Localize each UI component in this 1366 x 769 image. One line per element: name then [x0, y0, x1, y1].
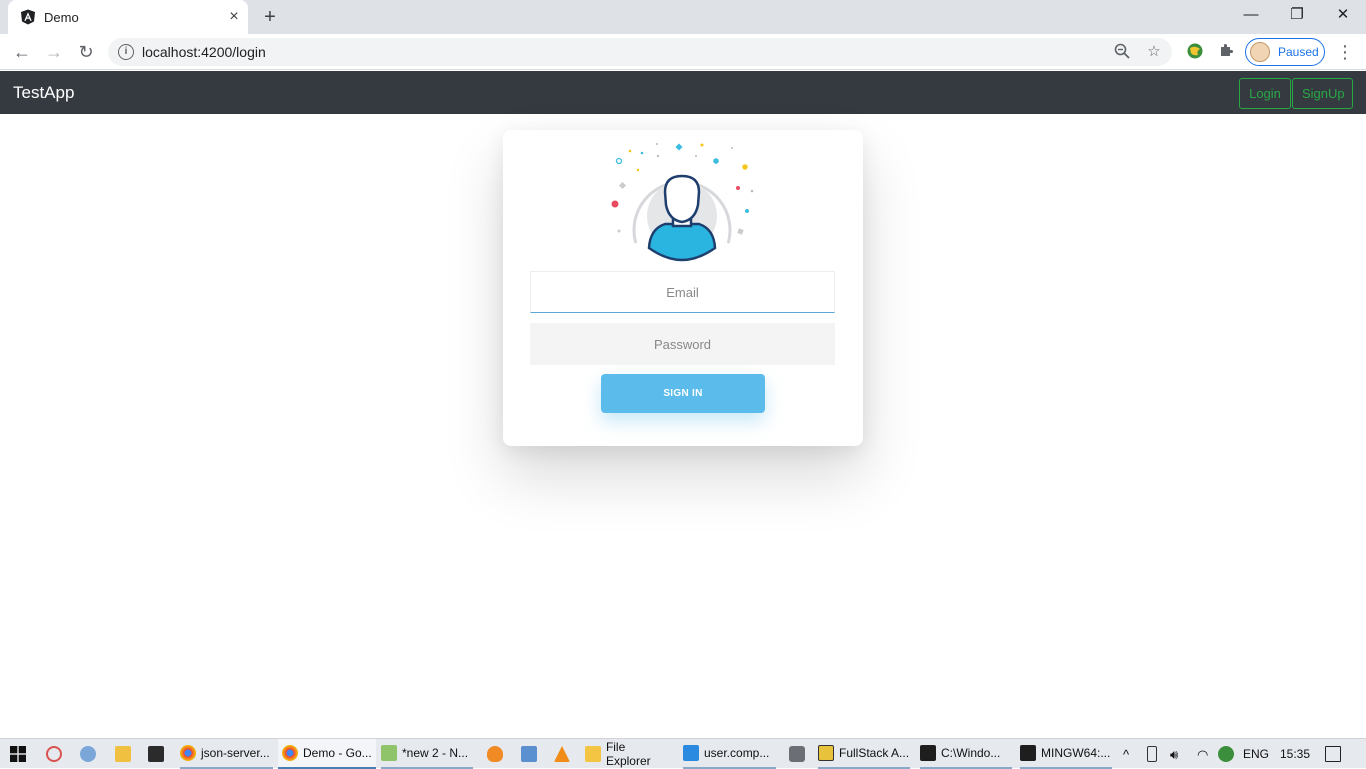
address-bar[interactable]: i localhost:4200/login ☆ [108, 38, 1172, 66]
new-tab-button[interactable]: + [258, 6, 282, 28]
notepad-icon [381, 745, 397, 761]
taskbar-item-cmd[interactable]: C:\Windo... [920, 739, 1012, 769]
bookmark-star-icon[interactable]: ☆ [1145, 43, 1163, 61]
chrome-icon [282, 745, 298, 761]
address-url[interactable]: localhost:4200/login [142, 44, 266, 60]
clock[interactable]: 15:35 [1280, 747, 1310, 761]
volume-icon[interactable]: 🔊︎ [1170, 747, 1178, 763]
app-navbar: TestApp Login SignUp [0, 71, 1366, 114]
tray-globe-icon[interactable] [1218, 746, 1234, 762]
folder-icon [585, 746, 601, 762]
taskbar-label: user.comp... [704, 746, 770, 760]
taskbar-label: MINGW64:... [1041, 746, 1111, 760]
vlc-icon[interactable] [554, 746, 570, 762]
reload-icon[interactable]: ↻ [74, 40, 98, 64]
extension-globe-icon[interactable] [1185, 42, 1205, 62]
mingw-icon [1020, 745, 1036, 761]
tray-chevron-icon[interactable]: ^ [1123, 747, 1129, 762]
windows-taskbar: json-server... Demo - Go... *new 2 - N..… [0, 738, 1366, 769]
signup-button[interactable]: SignUp [1292, 78, 1353, 109]
vscode-icon [683, 745, 699, 761]
chrome-icon [180, 745, 196, 761]
profile-button[interactable]: Paused [1245, 38, 1325, 66]
forward-icon[interactable]: → [42, 40, 66, 64]
back-icon[interactable]: ← [10, 40, 34, 64]
usb-device-icon[interactable] [1147, 746, 1157, 762]
email-input[interactable] [530, 271, 835, 313]
sticky-app-icon[interactable] [115, 746, 131, 762]
pdf-icon [818, 745, 834, 761]
taskbar-item-file-explorer[interactable]: File Explorer [585, 739, 673, 769]
browser-tab-demo[interactable]: Demo × [8, 0, 248, 34]
tab-close-icon[interactable]: × [226, 9, 242, 25]
browser-menu-icon[interactable]: ⋮ [1336, 40, 1354, 64]
brand-title[interactable]: TestApp [13, 83, 74, 103]
taskbar-item-json-server[interactable]: json-server... [180, 739, 273, 769]
taskbar-item-fullstack[interactable]: FullStack A... [818, 739, 910, 769]
taskbar-label: FullStack A... [839, 746, 910, 760]
taskbar-item-vscode[interactable]: user.comp... [683, 739, 776, 769]
snip-tool-icon[interactable] [46, 746, 62, 762]
taskbar-item-mingw[interactable]: MINGW64:... [1020, 739, 1112, 769]
taskbar-label: File Explorer [605, 740, 651, 768]
browser-toolbar: ← → ↻ i localhost:4200/login ☆ [0, 34, 1366, 70]
taskbar-item-notepad[interactable]: *new 2 - N... [381, 739, 473, 769]
language-indicator[interactable]: ENG [1243, 747, 1269, 761]
terminal-icon[interactable] [148, 746, 164, 762]
taskbar-label: *new 2 - N... [402, 746, 469, 760]
login-button[interactable]: Login [1239, 78, 1291, 109]
notification-icon[interactable] [1325, 746, 1341, 762]
app-window-icon[interactable] [521, 746, 537, 762]
wifi-icon[interactable]: ◠ [1197, 747, 1208, 763]
cmd-icon [920, 745, 936, 761]
profile-avatar [1250, 42, 1270, 62]
microphone-icon[interactable] [487, 746, 503, 762]
camera-icon[interactable] [789, 746, 805, 762]
settings-gear-icon[interactable] [80, 746, 96, 762]
taskbar-label: json-server... [201, 746, 270, 760]
site-info-icon[interactable]: i [118, 44, 134, 60]
taskbar-item-demo[interactable]: Demo - Go... [278, 739, 376, 769]
extensions-puzzle-icon[interactable] [1217, 42, 1237, 62]
close-window-button[interactable]: ✕ [1329, 4, 1357, 26]
angular-icon [21, 9, 35, 25]
zoom-icon[interactable] [1113, 43, 1131, 61]
browser-tab-strip: Demo × + — ❐ ✕ [0, 0, 1366, 34]
profile-status: Paused [1278, 45, 1319, 59]
tab-title: Demo [44, 10, 79, 25]
taskbar-label: Demo - Go... [303, 746, 372, 760]
password-input[interactable] [530, 323, 835, 365]
windows-start-icon[interactable] [10, 746, 26, 762]
sign-in-button[interactable]: SIGN IN [601, 374, 765, 413]
restore-button[interactable]: ❐ [1283, 4, 1311, 26]
user-avatar-icon [611, 143, 754, 262]
minimize-button[interactable]: — [1237, 4, 1265, 26]
taskbar-label: C:\Windo... [941, 746, 1001, 760]
